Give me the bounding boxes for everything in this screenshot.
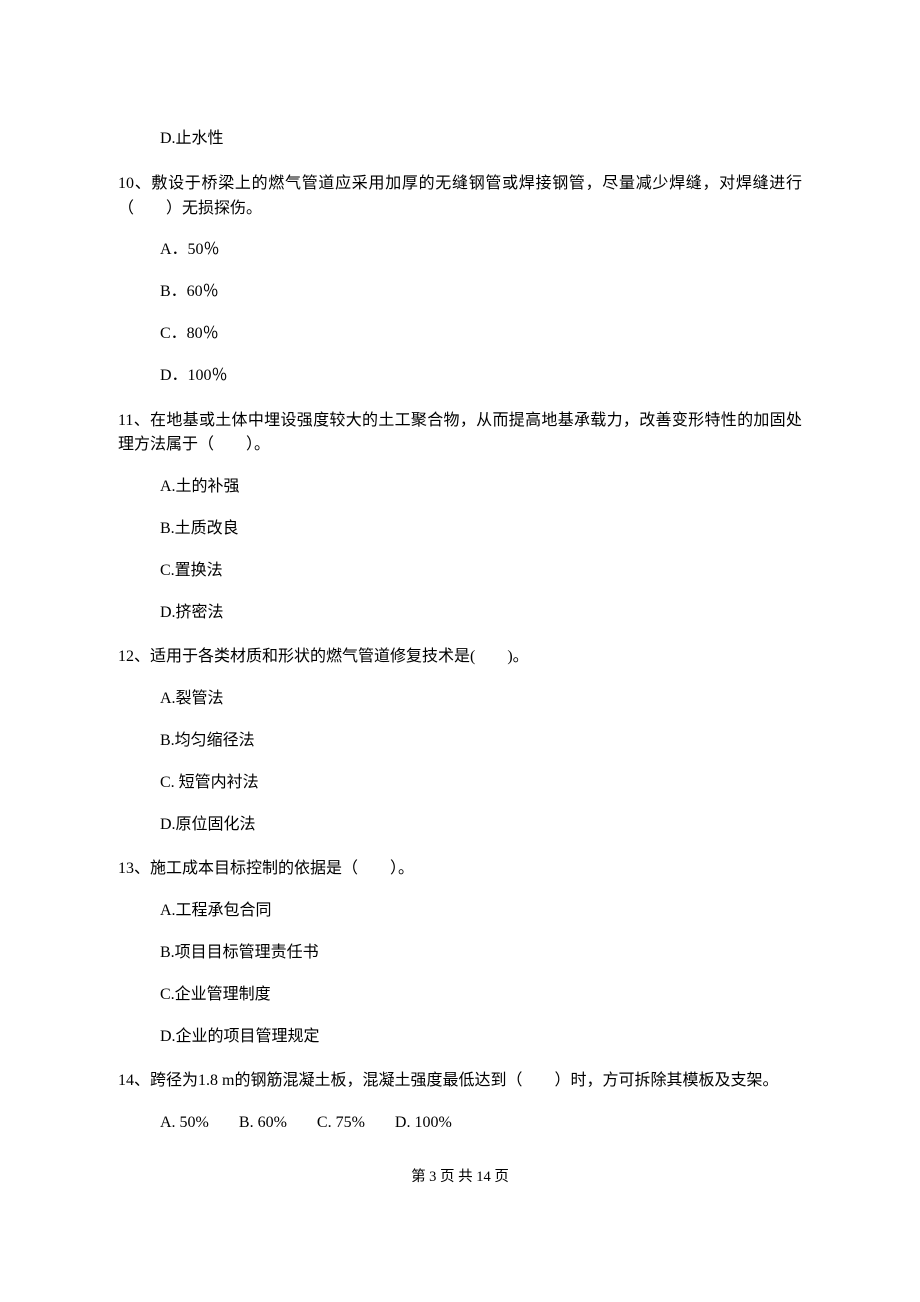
q10-option-b: B．60％ (118, 280, 802, 305)
q13-option-d: D.企业的项目管理规定 (118, 1025, 802, 1050)
q14-option-d: D. 100% (395, 1114, 452, 1131)
q14-options: A. 50% B. 60% C. 75% D. 100% (118, 1111, 802, 1136)
q10-option-c: C．80％ (118, 322, 802, 347)
q12-stem: 12、适用于各类材质和形状的燃气管道修复技术是( )。 (118, 645, 802, 670)
q11-option-a: A.土的补强 (118, 475, 802, 500)
q12-option-d: D.原位固化法 (118, 813, 802, 838)
q14-option-b: B. 60% (239, 1114, 287, 1131)
q13-option-c: C.企业管理制度 (118, 983, 802, 1008)
q14-option-c: C. 75% (317, 1114, 365, 1131)
q10-option-d: D．100％ (118, 364, 802, 389)
q11-option-d: D.挤密法 (118, 601, 802, 626)
q13-option-b: B.项目目标管理责任书 (118, 941, 802, 966)
q13-option-a: A.工程承包合同 (118, 899, 802, 924)
q11-stem: 11、在地基或土体中埋设强度较大的土工聚合物，从而提高地基承载力，改善变形特性的… (118, 409, 802, 459)
q11-option-b: B.土质改良 (118, 517, 802, 542)
q11-option-c: C.置换法 (118, 559, 802, 584)
page-footer: 第 3 页 共 14 页 (118, 1166, 802, 1188)
q14-stem: 14、跨径为1.8 m的钢筋混凝土板，混凝土强度最低达到（ ）时，方可拆除其模板… (118, 1069, 802, 1094)
q10-option-a: A．50％ (118, 238, 802, 263)
q12-option-b: B.均匀缩径法 (118, 729, 802, 754)
q12-option-c: C. 短管内衬法 (118, 771, 802, 796)
q9-option-d: D.止水性 (118, 127, 802, 152)
q12-option-a: A.裂管法 (118, 687, 802, 712)
q13-stem: 13、施工成本目标控制的依据是（ ）。 (118, 857, 802, 882)
q14-option-a: A. 50% (160, 1114, 209, 1131)
page-content: D.止水性 10、敷设于桥梁上的燃气管道应采用加厚的无缝钢管或焊接钢管，尽量减少… (0, 0, 920, 1228)
q10-stem: 10、敷设于桥梁上的燃气管道应采用加厚的无缝钢管或焊接钢管，尽量减少焊缝，对焊缝… (118, 172, 802, 222)
